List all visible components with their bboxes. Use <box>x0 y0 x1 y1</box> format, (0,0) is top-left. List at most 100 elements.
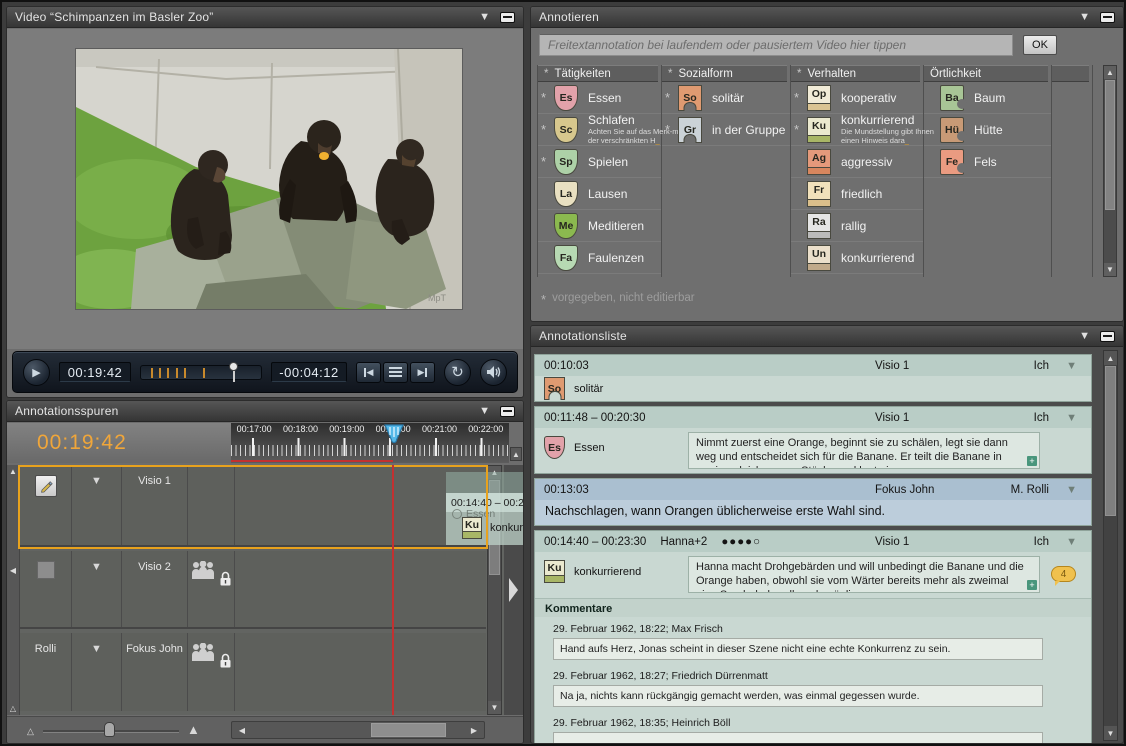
entry-time: 00:11:48 – 00:20:30 <box>544 412 645 424</box>
track-row-fokus-john[interactable]: Rolli ▼ Fokus John <box>20 633 486 711</box>
tracks-scroll-up[interactable]: ▲ <box>510 447 522 461</box>
tracks-left-scrollbar[interactable]: ▲◀△ <box>7 465 20 715</box>
hscroll-thumb[interactable] <box>371 723 447 737</box>
zoom-slider-handle[interactable] <box>104 722 115 737</box>
track-timeline-visio2[interactable] <box>235 551 486 627</box>
tag-spielen[interactable]: * Sp Spielen <box>538 146 661 178</box>
annotate-panel-minimize-icon[interactable] <box>1100 12 1115 23</box>
track-timeline-fokus-john[interactable] <box>235 633 486 711</box>
entry-badge: Ku <box>544 560 565 583</box>
list-panel-titlebar[interactable]: Annotationsliste ▼ <box>531 326 1123 347</box>
ok-button[interactable]: OK <box>1023 35 1057 55</box>
entry-description[interactable]: Nimmt zuerst eine Orange, beginnt sie zu… <box>688 432 1040 469</box>
entry-description[interactable]: Hanna macht Drohgebärden und will unbedi… <box>688 556 1040 593</box>
edit-track-button[interactable] <box>35 475 57 497</box>
track-dropdown-icon[interactable]: ▼ <box>91 475 102 487</box>
timeline-ruler[interactable]: 00:17:0000:18:00 00:19:0000:20:00 00:21:… <box>231 423 509 463</box>
annotation-entry[interactable]: 00:13:03 Fokus John M. Rolli ▼ Nachschla… <box>534 478 1092 526</box>
entry-badge-label: Essen <box>574 442 605 454</box>
video-panel-title: Video “Schimpanzen im Basler Zoo” <box>15 10 479 24</box>
tracks-panel-collapse-icon[interactable]: ▼ <box>479 406 490 417</box>
category-column-oertlichkeit: Örtlichkeit Ba Baum Hü Hütte Fe Fels <box>924 65 1052 277</box>
annotate-scrollbar[interactable]: ▲ ▼ <box>1103 65 1117 277</box>
freetext-annotation-input[interactable] <box>539 34 1013 56</box>
annotate-panel-collapse-icon[interactable]: ▼ <box>1079 12 1090 23</box>
tag-in-der-gruppe[interactable]: * Gr in der Gruppe <box>662 114 790 146</box>
zoom-in-icon[interactable]: ▲ <box>187 722 200 737</box>
tag-konkurrierend-un[interactable]: Un konkurrierend <box>791 242 923 274</box>
tag-solitaer[interactable]: * So solitär <box>662 82 790 114</box>
list-panel-collapse-icon[interactable]: ▼ <box>1079 331 1090 342</box>
track-row-visio1[interactable]: ▼ Visio 1 00:14:40 – 00:23:30 Hanna+2 ●●… <box>20 465 486 547</box>
scroll-up-icon[interactable]: ▲ <box>1104 351 1117 365</box>
track-timeline-visio1[interactable]: 00:14:40 – 00:23:30 Hanna+2 ●●●●○ Essen <box>235 465 486 545</box>
tag-schlafen[interactable]: * Sc Schlafen Achten Sie auf das Merk-ma… <box>538 114 661 146</box>
tag-essen[interactable]: * Es Essen <box>538 82 661 114</box>
scroll-down-icon[interactable]: ▼ <box>488 701 501 714</box>
entry-menu-icon[interactable]: ▼ <box>1066 536 1077 548</box>
tag-konkurrierend[interactable]: * Ku konkurrierend Die Mundstellung gibt… <box>791 114 923 146</box>
volume-button[interactable] <box>480 359 507 386</box>
list-panel-minimize-icon[interactable] <box>1100 331 1115 342</box>
tracks-panel-minimize-icon[interactable] <box>500 406 515 417</box>
category-column-verhalten: * Verhalten * Op kooperativ * Ku konkurr… <box>791 65 924 277</box>
track-dropdown-icon[interactable]: ▼ <box>91 561 102 573</box>
comment-meta: 29. Februar 1962, 18:27; Friedrich Dürre… <box>553 670 1091 682</box>
entry-badge: Es <box>544 436 565 459</box>
tag-friedlich[interactable]: Fr friedlich <box>791 178 923 210</box>
track-row-visio2[interactable]: ▼ Visio 2 <box>20 551 486 629</box>
annotate-panel-titlebar[interactable]: Annotieren ▼ <box>531 7 1123 28</box>
scroll-left-icon[interactable]: ◀ <box>234 722 250 738</box>
entry-subject: Hanna+2 <box>660 536 707 548</box>
popup-time-range: 00:14:40 – 00:23:30 <box>451 497 524 509</box>
seek-bar[interactable] <box>140 365 262 380</box>
expand-text-icon[interactable]: + <box>1027 456 1037 466</box>
scroll-thumb[interactable] <box>1105 80 1115 210</box>
annotation-popup[interactable]: 00:14:40 – 00:23:30 Hanna+2 ●●●●○ Essen <box>446 467 524 545</box>
entry-menu-icon[interactable]: ▼ <box>1066 484 1077 496</box>
video-panel-collapse-icon[interactable]: ▼ <box>479 12 490 23</box>
entry-badge: So <box>544 377 565 400</box>
tag-aggressiv[interactable]: Ag aggressiv <box>791 146 923 178</box>
video-panel-titlebar[interactable]: Video “Schimpanzen im Basler Zoo” ▼ <box>7 7 523 28</box>
video-panel-minimize-icon[interactable] <box>500 12 515 23</box>
previous-frame-button[interactable]: ◀ <box>356 362 381 383</box>
expand-text-icon[interactable]: + <box>1027 580 1037 590</box>
scroll-down-icon[interactable]: ▼ <box>1104 263 1116 276</box>
tag-lausen[interactable]: La Lausen <box>538 178 661 210</box>
scroll-up-icon[interactable]: ▲ <box>1104 66 1116 79</box>
track-select-button[interactable] <box>37 561 55 579</box>
playhead-icon[interactable] <box>382 423 406 452</box>
video-frame[interactable]: MpT <box>75 48 463 310</box>
tag-huette[interactable]: Hü Hütte <box>924 114 1051 146</box>
tracks-panel-titlebar[interactable]: Annotationsspuren ▼ <box>7 401 523 422</box>
zoom-out-icon[interactable]: △ <box>27 726 34 737</box>
scroll-down-icon[interactable]: ▼ <box>1104 726 1117 740</box>
scroll-right-icon[interactable]: ▶ <box>466 722 482 738</box>
next-frame-button[interactable]: ▶ <box>410 362 435 383</box>
loop-button[interactable]: ↻ <box>444 359 471 386</box>
tag-fels[interactable]: Fe Fels <box>924 146 1051 178</box>
timeline-horizontal-scrollbar[interactable]: ◀ ▶ <box>231 721 485 739</box>
entry-track: Visio 1 <box>875 412 909 424</box>
tag-rallig[interactable]: Ra rallig <box>791 210 923 242</box>
seek-handle[interactable] <box>229 362 239 384</box>
frame-list-button[interactable] <box>383 362 408 383</box>
entry-menu-icon[interactable]: ▼ <box>1066 412 1077 424</box>
scroll-thumb[interactable] <box>1105 366 1116 516</box>
track-name: Visio 1 <box>138 475 171 487</box>
list-scrollbar[interactable]: ▲ ▼ <box>1103 350 1118 741</box>
entry-menu-icon[interactable]: ▼ <box>1066 360 1077 372</box>
comment-count-bubble[interactable]: 4 <box>1051 566 1076 582</box>
annotation-entry[interactable]: 00:11:48 – 00:20:30 Visio 1 Ich ▼ Es Ess… <box>534 406 1092 474</box>
annotation-entry[interactable]: 00:10:03 Visio 1 Ich ▼ So solitär <box>534 354 1092 402</box>
tag-faulenzen[interactable]: Fa Faulenzen <box>538 242 661 274</box>
tag-baum[interactable]: Ba Baum <box>924 82 1051 114</box>
play-button[interactable]: ▶ <box>23 359 50 386</box>
track-name: Visio 2 <box>138 561 171 573</box>
tag-kooperativ[interactable]: * Op kooperativ <box>791 82 923 114</box>
video-panel: Video “Schimpanzen im Basler Zoo” ▼ <box>6 6 524 398</box>
track-dropdown-icon[interactable]: ▼ <box>91 643 102 655</box>
annotation-entry[interactable]: 00:14:40 – 00:23:30 Hanna+2 ●●●●○ Visio … <box>534 530 1092 744</box>
tag-meditieren[interactable]: Me Meditieren <box>538 210 661 242</box>
